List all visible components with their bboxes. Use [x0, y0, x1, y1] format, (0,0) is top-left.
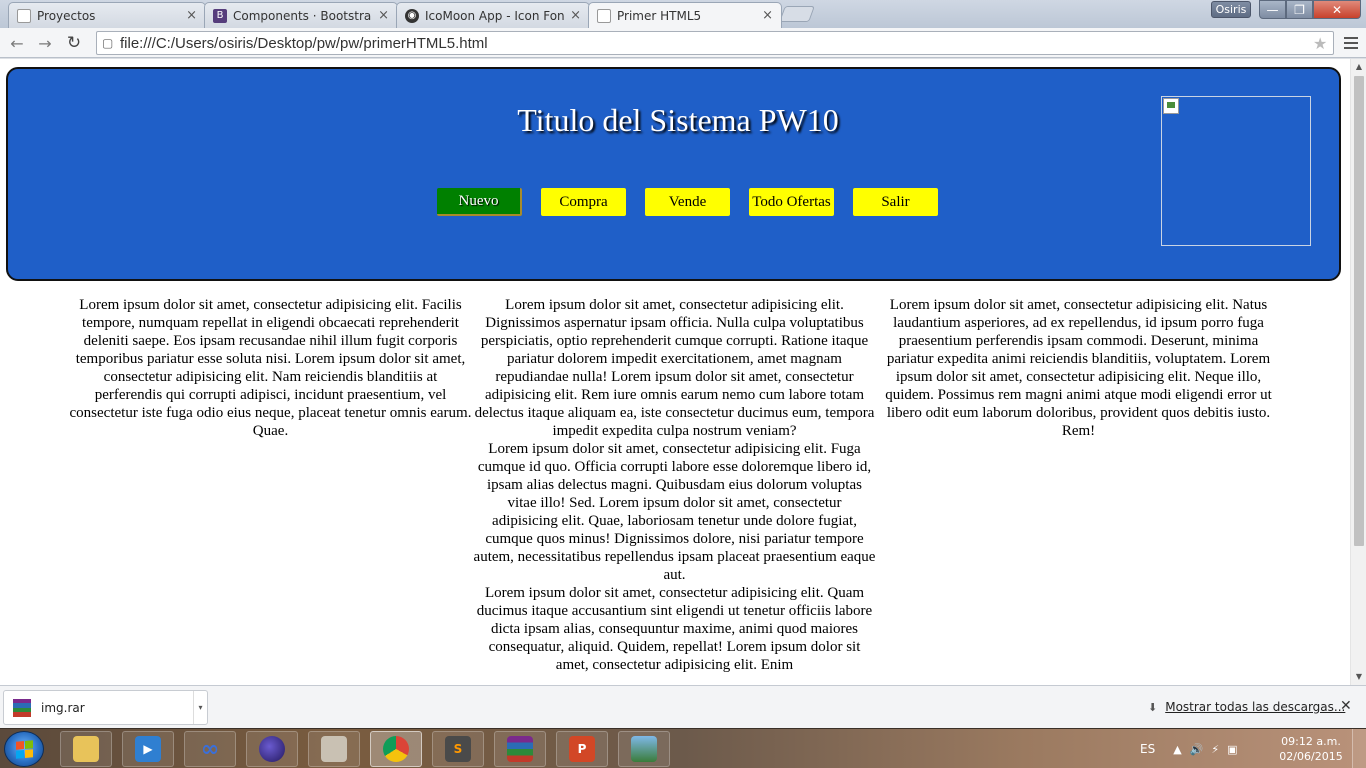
download-filename: img.rar: [41, 700, 85, 715]
windows-logo-icon: [16, 740, 33, 759]
tab-close-icon[interactable]: ×: [762, 8, 773, 23]
power-icon[interactable]: ⚡: [1211, 743, 1219, 756]
paragraph: Lorem ipsum dolor sit amet, consectetur …: [69, 297, 472, 439]
tab-close-icon[interactable]: ×: [186, 8, 197, 23]
reload-button[interactable]: ↻: [63, 32, 85, 54]
clock-time: 09:12 a.m.: [1281, 735, 1341, 748]
download-shelf: img.rar ▾ ⬇ Mostrar todas las descargas.…: [0, 685, 1366, 728]
eclipse-icon: [259, 736, 285, 762]
address-bar[interactable]: ▢ file:///C:/Users/osiris/Desktop/pw/pw/…: [96, 31, 1334, 55]
new-tab-button[interactable]: [779, 6, 815, 22]
browser-tab-strip: Proyectos × B Components · Bootstrap × ◉…: [0, 0, 1366, 28]
main-menu: Nuevo Compra Vende Todo Ofertas Salir: [8, 188, 1339, 216]
back-button[interactable]: ←: [6, 32, 28, 54]
download-item[interactable]: img.rar ▾: [3, 690, 208, 725]
volume-icon[interactable]: 🔊: [1190, 743, 1204, 756]
folder-icon: [73, 736, 99, 762]
paragraph: Lorem ipsum dolor sit amet, consectetur …: [473, 441, 876, 583]
tab-icomoon[interactable]: ◉ IcoMoon App - Icon Font, ×: [396, 2, 590, 28]
page-icon: ▢: [102, 36, 114, 50]
tab-primer-html5[interactable]: Primer HTML5 ×: [588, 2, 782, 28]
bookmark-star-icon[interactable]: ★: [1313, 34, 1333, 53]
scroll-up-arrow-icon[interactable]: ▲: [1351, 59, 1366, 73]
content-column-2: Lorem ipsum dolor sit amet, consectetur …: [473, 296, 876, 674]
language-indicator[interactable]: ES: [1140, 742, 1155, 756]
show-all-downloads-link[interactable]: Mostrar todas las descargas...: [1165, 700, 1345, 714]
content-column-1: Lorem ipsum dolor sit amet, consectetur …: [69, 296, 472, 440]
windows-taskbar: ▶ ∞ S P ES ▲ 🔊 ⚡ ▣ 09:12 a.m. 02/06/2015: [0, 728, 1366, 768]
taskbar-app-winrar[interactable]: [494, 731, 546, 767]
network-icon[interactable]: ▣: [1227, 743, 1237, 756]
chrome-icon: [383, 736, 409, 762]
taskbar-app-tools[interactable]: [308, 731, 360, 767]
taskbar-app-powerpoint[interactable]: P: [556, 731, 608, 767]
bootstrap-icon: B: [213, 8, 227, 23]
paragraph: Lorem ipsum dolor sit amet, consectetur …: [885, 297, 1272, 439]
media-player-icon: ▶: [135, 736, 161, 762]
download-icon: ⬇: [1148, 700, 1158, 714]
taskbar-app-explorer[interactable]: [60, 731, 112, 767]
show-desktop-button[interactable]: [1352, 729, 1366, 768]
taskbar-app-infinity[interactable]: ∞: [184, 731, 236, 767]
browser-toolbar: ← → ↻ ▢ file:///C:/Users/osiris/Desktop/…: [0, 28, 1366, 58]
clock-date: 02/06/2015: [1279, 750, 1343, 763]
tab-proyectos[interactable]: Proyectos ×: [8, 2, 206, 28]
show-all-downloads[interactable]: ⬇ Mostrar todas las descargas...: [1148, 700, 1345, 714]
close-shelf-icon[interactable]: ✕: [1340, 698, 1352, 714]
menu-button-salir[interactable]: Salir: [853, 188, 938, 216]
tab-close-icon[interactable]: ×: [570, 8, 581, 23]
taskbar-app-sublime[interactable]: S: [432, 731, 484, 767]
taskbar-clock[interactable]: 09:12 a.m. 02/06/2015: [1276, 734, 1346, 764]
winrar-archive-icon: [13, 698, 31, 717]
forward-button[interactable]: →: [34, 32, 56, 54]
page-scrollbar[interactable]: ▲ ▼: [1350, 59, 1366, 685]
photo-viewer-icon: [631, 736, 657, 762]
paragraph: Lorem ipsum dolor sit amet, consectetur …: [476, 585, 873, 673]
tab-title: Primer HTML5: [617, 8, 702, 23]
taskbar-app-chrome[interactable]: [370, 731, 422, 767]
tab-title: Components · Bootstrap: [233, 8, 373, 23]
tab-title: IcoMoon App - Icon Font,: [425, 8, 565, 23]
minimize-button[interactable]: —: [1259, 0, 1286, 19]
scrollbar-thumb[interactable]: [1354, 76, 1364, 546]
menu-button-vende[interactable]: Vende: [645, 188, 730, 216]
tools-icon: [321, 736, 347, 762]
winrar-icon: [507, 736, 533, 762]
close-window-button[interactable]: ✕: [1313, 0, 1361, 19]
sublime-text-icon: S: [445, 736, 471, 762]
show-hidden-icons-icon[interactable]: ▲: [1173, 743, 1181, 756]
icomoon-icon: ◉: [405, 8, 419, 23]
infinity-icon: ∞: [200, 736, 220, 762]
tab-close-icon[interactable]: ×: [378, 8, 389, 23]
start-button[interactable]: [4, 731, 44, 767]
maximize-button[interactable]: ❐: [1286, 0, 1313, 19]
content-column-3: Lorem ipsum dolor sit amet, consectetur …: [877, 296, 1280, 440]
url-text[interactable]: file:///C:/Users/osiris/Desktop/pw/pw/pr…: [120, 35, 1313, 52]
taskbar-app-eclipse[interactable]: [246, 731, 298, 767]
tab-title: Proyectos: [37, 8, 96, 23]
taskbar-app-photos[interactable]: [618, 731, 670, 767]
system-tray: ES ▲ 🔊 ⚡ ▣: [1140, 729, 1246, 768]
page-icon: [17, 8, 31, 23]
menu-button-todo-ofertas[interactable]: Todo Ofertas: [749, 188, 834, 216]
user-profile-button[interactable]: Osiris: [1211, 1, 1251, 18]
scroll-down-arrow-icon[interactable]: ▼: [1351, 669, 1366, 683]
menu-button-nuevo[interactable]: Nuevo: [437, 188, 522, 216]
broken-image: [1161, 96, 1311, 246]
tab-bootstrap[interactable]: B Components · Bootstrap ×: [204, 2, 398, 28]
menu-button-compra[interactable]: Compra: [541, 188, 626, 216]
taskbar-app-media[interactable]: ▶: [122, 731, 174, 767]
page-title: Titulo del Sistema PW10: [517, 102, 839, 138]
broken-image-icon: [1163, 98, 1179, 114]
page-icon: [597, 8, 611, 23]
page-viewport: Titulo del Sistema PW10 Nuevo Compra Ven…: [0, 59, 1350, 685]
download-menu-chevron-icon[interactable]: ▾: [193, 691, 207, 724]
site-header: Titulo del Sistema PW10 Nuevo Compra Ven…: [6, 67, 1341, 281]
chrome-menu-icon[interactable]: [1340, 32, 1362, 54]
powerpoint-icon: P: [569, 736, 595, 762]
paragraph: Lorem ipsum dolor sit amet, consectetur …: [474, 297, 875, 439]
